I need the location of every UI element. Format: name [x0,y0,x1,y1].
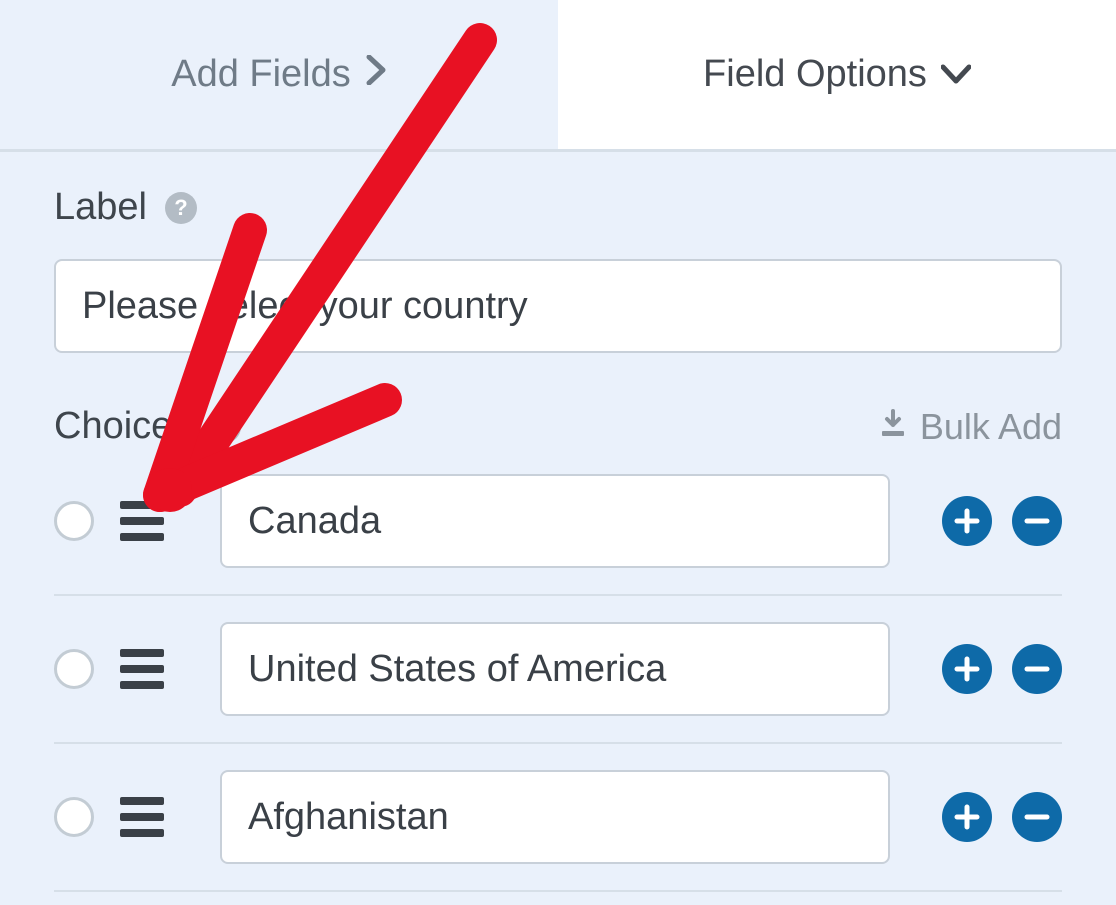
tab-add-fields-label: Add Fields [171,53,351,96]
choice-row [54,744,1062,892]
field-options-panel: Label ? Choices ? Bulk Add [0,152,1116,892]
choices-heading-row: Choices ? Bulk Add [54,405,1062,448]
choice-row [54,596,1062,744]
choice-buttons [942,644,1062,694]
chevron-down-icon [941,55,971,94]
label-heading: Label ? [54,186,197,229]
label-input[interactable] [54,259,1062,353]
chevron-right-icon [365,55,387,94]
choices-heading-text: Choices [54,405,191,448]
help-icon[interactable]: ? [165,192,197,224]
download-icon [878,406,908,448]
tab-field-options[interactable]: Field Options [558,0,1116,149]
choice-buttons [942,496,1062,546]
remove-choice-button[interactable] [1012,644,1062,694]
choices-section: Choices ? Bulk Add [54,405,1062,892]
choice-input[interactable] [220,770,890,864]
tabs-bar: Add Fields Field Options [0,0,1116,152]
tab-add-fields[interactable]: Add Fields [0,0,558,149]
choice-buttons [942,792,1062,842]
remove-choice-button[interactable] [1012,496,1062,546]
drag-handle-icon[interactable] [118,793,166,841]
choice-input[interactable] [220,622,890,716]
bulk-add-label: Bulk Add [920,406,1062,448]
choice-row [54,448,1062,596]
add-choice-button[interactable] [942,792,992,842]
choice-default-radio[interactable] [54,797,94,837]
add-choice-button[interactable] [942,644,992,694]
choices-heading: Choices ? [54,405,241,448]
choice-default-radio[interactable] [54,649,94,689]
choice-input[interactable] [220,474,890,568]
remove-choice-button[interactable] [1012,792,1062,842]
add-choice-button[interactable] [942,496,992,546]
choice-default-radio[interactable] [54,501,94,541]
help-icon[interactable]: ? [209,411,241,443]
label-heading-row: Label ? [54,186,1062,229]
bulk-add-link[interactable]: Bulk Add [878,406,1062,448]
drag-handle-icon[interactable] [118,645,166,693]
tab-field-options-label: Field Options [703,53,927,96]
label-heading-text: Label [54,186,147,229]
drag-handle-icon[interactable] [118,497,166,545]
